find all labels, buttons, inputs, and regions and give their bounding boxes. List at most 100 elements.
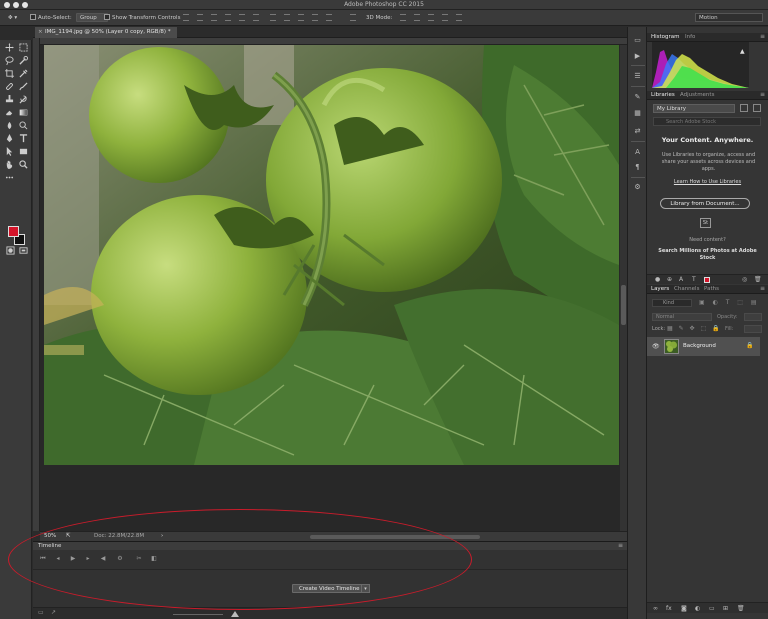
link-layers-icon[interactable]: ∞ [653, 605, 658, 612]
add-mask-icon[interactable]: ◙ [681, 605, 687, 612]
3d-icon[interactable]: ⚙ [633, 183, 642, 192]
auto-select-checkbox[interactable]: Auto-Select: [30, 13, 72, 23]
horizontal-ruler[interactable] [40, 38, 627, 45]
add-color-icon[interactable] [704, 277, 710, 283]
align-vertical-center-icon[interactable] [197, 14, 203, 21]
marquee-tool-icon[interactable] [19, 43, 28, 52]
library-dropdown[interactable]: My Library [653, 104, 735, 113]
eraser-tool-icon[interactable] [5, 108, 14, 117]
zoom-tool-icon[interactable] [19, 160, 28, 169]
eyedropper-tool-icon[interactable] [19, 69, 28, 78]
layer-filter-icons[interactable]: ▣ ◐ T ⬚ ▤ [699, 299, 760, 306]
healing-brush-tool-icon[interactable] [5, 82, 14, 91]
distribute-bottom-icon[interactable] [298, 14, 304, 21]
character-icon[interactable]: A [633, 148, 642, 157]
brush-settings-icon[interactable]: ✎ [633, 93, 642, 102]
distribute-left-icon[interactable] [312, 14, 318, 21]
foreground-color-swatch[interactable] [8, 226, 19, 237]
layer-row[interactable]: 👁 Background 🔒 [647, 337, 760, 356]
audio-icon[interactable]: ◀ [99, 555, 107, 563]
add-character-style-icon[interactable]: A [679, 276, 683, 283]
move-tool-icon[interactable]: ✥ ▾ [8, 13, 17, 23]
close-tab-icon[interactable]: × [38, 27, 43, 38]
play-icon[interactable]: ▶ [69, 555, 77, 563]
tab-channels[interactable]: Channels [674, 286, 699, 292]
type-tool-icon[interactable] [19, 134, 28, 143]
horizontal-scroll-thumb[interactable] [310, 535, 480, 539]
canvas-area[interactable] [40, 45, 620, 531]
auto-align-icon[interactable] [350, 14, 356, 21]
actions-icon[interactable]: ▶ [633, 52, 642, 61]
quick-selection-tool-icon[interactable] [19, 56, 28, 65]
document-size[interactable]: Doc: 22.8M/22.8M [94, 533, 144, 539]
dodge-tool-icon[interactable] [19, 121, 28, 130]
show-transform-controls-checkbox[interactable]: Show Transform Controls [104, 13, 180, 23]
blend-mode-dropdown[interactable]: Normal [652, 313, 712, 321]
timeline-zoom-slider[interactable] [173, 614, 223, 615]
tomato-photo[interactable] [44, 45, 619, 465]
learn-libraries-link[interactable]: Learn How to Use Libraries [647, 179, 768, 185]
delete-icon[interactable]: 🗑 [754, 276, 762, 283]
workspace-dropdown[interactable]: Motion [695, 13, 763, 22]
cloud-sync-icon[interactable]: ● [655, 276, 660, 283]
tab-info[interactable]: Info [685, 34, 695, 40]
delete-layer-icon[interactable]: 🗑 [737, 605, 745, 612]
layer-filter-kind[interactable]: Kind [652, 299, 692, 307]
more-tools-icon[interactable] [5, 173, 14, 182]
lasso-tool-icon[interactable] [5, 56, 14, 65]
fill-input[interactable] [744, 325, 762, 333]
status-menu-icon[interactable]: › [161, 533, 163, 539]
path-selection-tool-icon[interactable] [5, 147, 14, 156]
opacity-input[interactable] [744, 313, 762, 321]
3d-roll-icon[interactable] [414, 14, 420, 21]
cache-warning-icon[interactable]: ▲ [740, 48, 745, 55]
panel-menu-icon[interactable]: ≡ [760, 285, 765, 292]
tab-adjustments[interactable]: Adjustments [680, 92, 714, 98]
align-horizontal-center-icon[interactable] [239, 14, 245, 21]
layer-style-icon[interactable]: fx [666, 605, 672, 612]
new-layer-icon[interactable]: ⊞ [723, 605, 728, 612]
create-video-timeline-button[interactable]: Create Video Timeline [292, 584, 367, 593]
first-frame-icon[interactable]: ⏮ [39, 555, 47, 563]
add-graphic-icon[interactable]: ⊕ [667, 276, 672, 283]
new-group-icon[interactable]: ▭ [709, 605, 715, 612]
history-brush-tool-icon[interactable] [19, 95, 28, 104]
move-tool-icon[interactable] [5, 43, 14, 52]
convert-icon[interactable]: ↗ [51, 609, 56, 616]
3d-scale-icon[interactable] [456, 14, 462, 21]
settings-icon[interactable]: ⚙ [116, 555, 124, 563]
adjustment-layer-icon[interactable]: ◐ [695, 605, 700, 612]
layer-lock-icon[interactable]: 🔒 [746, 342, 753, 349]
next-frame-icon[interactable]: ▸ [84, 555, 92, 563]
pen-tool-icon[interactable] [5, 134, 14, 143]
align-top-icon[interactable] [183, 14, 189, 21]
timeline-mode-dropdown[interactable]: ▾ [361, 584, 370, 593]
tab-histogram[interactable]: Histogram [651, 34, 680, 40]
add-text-icon[interactable]: T [692, 276, 696, 283]
align-left-icon[interactable] [225, 14, 231, 21]
3d-pan-icon[interactable] [428, 14, 434, 21]
gradient-tool-icon[interactable] [19, 108, 28, 117]
lock-icons[interactable]: ▦ ✎ ✥ ⬚ 🔒 [667, 325, 722, 332]
zoom-level[interactable]: 50% [44, 533, 56, 539]
timeline-zoom-thumb[interactable] [231, 611, 239, 617]
distribute-center-icon[interactable] [284, 14, 290, 21]
3d-slide-icon[interactable] [442, 14, 448, 21]
properties-icon[interactable]: ☰ [633, 72, 642, 81]
history-icon[interactable]: ▭ [633, 36, 642, 45]
tab-layers[interactable]: Layers [651, 286, 669, 292]
tab-libraries[interactable]: Libraries [651, 92, 675, 98]
vertical-scrollbar[interactable] [620, 45, 627, 531]
screen-mode-icon[interactable] [19, 246, 28, 255]
quick-mask-icon[interactable] [6, 246, 15, 255]
shape-tool-icon[interactable] [19, 147, 28, 156]
align-bottom-icon[interactable] [211, 14, 217, 21]
library-from-document-button[interactable]: Library from Document... [660, 198, 750, 209]
tab-paths[interactable]: Paths [704, 286, 719, 292]
crop-tool-icon[interactable] [5, 69, 14, 78]
hand-tool-icon[interactable] [5, 160, 14, 169]
grid-view-icon[interactable] [740, 104, 748, 112]
document-tab[interactable]: × IMG_1194.jpg @ 50% (Layer 0 copy, RGB/… [35, 27, 177, 38]
blur-tool-icon[interactable] [5, 121, 14, 130]
share-icon[interactable]: ⇱ [66, 533, 71, 539]
